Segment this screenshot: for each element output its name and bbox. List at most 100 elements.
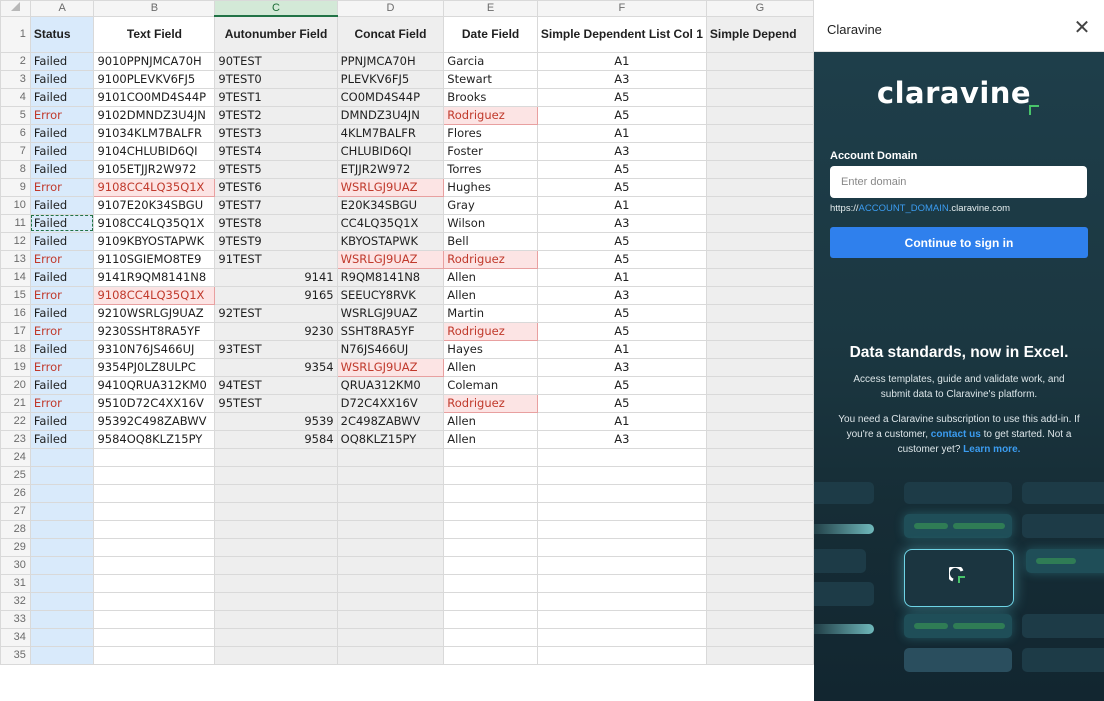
empty-cell[interactable] <box>336 645 445 665</box>
empty-cell[interactable] <box>93 591 216 611</box>
row-header[interactable]: 9 <box>0 177 31 197</box>
empty-cell[interactable] <box>705 465 814 485</box>
concat-cell[interactable]: QRUA312KM0 <box>336 375 445 395</box>
text-field-cell[interactable]: 9109KBYOSTAPWK <box>93 231 216 251</box>
column-header-b[interactable]: B <box>93 0 216 17</box>
concat-cell[interactable]: WSRLGJ9UAZ <box>336 357 445 377</box>
dependent-list-cell-2[interactable] <box>705 429 814 449</box>
empty-cell[interactable] <box>536 627 707 647</box>
dependent-list-cell[interactable]: A3 <box>536 429 707 449</box>
empty-cell[interactable] <box>93 501 216 521</box>
select-all-corner[interactable] <box>0 0 31 17</box>
dependent-list-cell-2[interactable] <box>705 321 814 341</box>
dependent-list-cell-2[interactable] <box>705 87 814 107</box>
empty-cell[interactable] <box>705 609 814 629</box>
header-cell[interactable]: Date Field <box>443 15 538 53</box>
row-header[interactable]: 5 <box>0 105 31 125</box>
dependent-list-cell-2[interactable] <box>705 249 814 269</box>
header-cell[interactable]: Autonumber Field <box>214 15 338 53</box>
text-field-cell[interactable]: 9210WSRLGJ9UAZ <box>93 303 216 323</box>
dependent-list-cell-2[interactable] <box>705 231 814 251</box>
empty-cell[interactable] <box>336 501 445 521</box>
empty-cell[interactable] <box>443 465 538 485</box>
empty-cell[interactable] <box>336 627 445 647</box>
dependent-list-cell[interactable]: A5 <box>536 87 707 107</box>
row-header[interactable]: 25 <box>0 465 31 485</box>
date-field-cell[interactable]: Rodriguez <box>443 321 538 341</box>
dependent-list-cell[interactable]: A3 <box>536 141 707 161</box>
empty-cell[interactable] <box>29 519 95 539</box>
text-field-cell[interactable]: 9310N76JS466UJ <box>93 339 216 359</box>
dependent-list-cell[interactable]: A3 <box>536 285 707 305</box>
row-header[interactable]: 27 <box>0 501 31 521</box>
dependent-list-cell-2[interactable] <box>705 285 814 305</box>
empty-cell[interactable] <box>214 627 338 647</box>
empty-cell[interactable] <box>93 609 216 629</box>
text-field-cell[interactable]: 9108CC4LQ35Q1X <box>93 285 216 305</box>
empty-cell[interactable] <box>29 627 95 647</box>
empty-cell[interactable] <box>443 447 538 467</box>
dependent-list-cell[interactable]: A3 <box>536 69 707 89</box>
dependent-list-cell-2[interactable] <box>705 123 814 143</box>
row-header[interactable]: 24 <box>0 447 31 467</box>
empty-cell[interactable] <box>93 645 216 665</box>
date-field-cell[interactable]: Stewart <box>443 69 538 89</box>
empty-cell[interactable] <box>705 501 814 521</box>
empty-cell[interactable] <box>29 591 95 611</box>
text-field-cell[interactable]: 9108CC4LQ35Q1X <box>93 213 216 233</box>
status-cell[interactable]: Failed <box>29 87 95 107</box>
row-header[interactable]: 7 <box>0 141 31 161</box>
autonumber-cell[interactable]: 9TEST8 <box>214 213 338 233</box>
empty-cell[interactable] <box>29 537 95 557</box>
dependent-list-cell[interactable]: A1 <box>536 51 707 71</box>
dependent-list-cell-2[interactable] <box>705 69 814 89</box>
row-header[interactable]: 22 <box>0 411 31 431</box>
empty-cell[interactable] <box>214 519 338 539</box>
dependent-list-cell-2[interactable] <box>705 393 814 413</box>
dependent-list-cell[interactable]: A1 <box>536 411 707 431</box>
empty-cell[interactable] <box>705 573 814 593</box>
row-header[interactable]: 30 <box>0 555 31 575</box>
status-cell[interactable]: Failed <box>29 339 95 359</box>
concat-cell[interactable]: E20K34SBGU <box>336 195 445 215</box>
concat-cell[interactable]: OQ8KLZ15PY <box>336 429 445 449</box>
text-field-cell[interactable]: 9102DMNDZ3U4JN <box>93 105 216 125</box>
status-cell[interactable]: Error <box>29 249 95 269</box>
dependent-list-cell-2[interactable] <box>705 303 814 323</box>
dependent-list-cell-2[interactable] <box>705 159 814 179</box>
empty-cell[interactable] <box>705 627 814 647</box>
empty-cell[interactable] <box>536 465 707 485</box>
row-header[interactable]: 20 <box>0 375 31 395</box>
date-field-cell[interactable]: Garcia <box>443 51 538 71</box>
empty-cell[interactable] <box>93 573 216 593</box>
continue-to-sign-in-button[interactable]: Continue to sign in <box>830 227 1088 258</box>
text-field-cell[interactable]: 91034KLM7BALFR <box>93 123 216 143</box>
text-field-cell[interactable]: 9510D72C4XX16V <box>93 393 216 413</box>
empty-cell[interactable] <box>536 447 707 467</box>
empty-cell[interactable] <box>93 519 216 539</box>
empty-cell[interactable] <box>93 483 216 503</box>
row-header[interactable]: 12 <box>0 231 31 251</box>
empty-cell[interactable] <box>214 555 338 575</box>
row-header[interactable]: 17 <box>0 321 31 341</box>
status-cell[interactable]: Failed <box>29 375 95 395</box>
date-field-cell[interactable]: Hayes <box>443 339 538 359</box>
text-field-cell[interactable]: 9410QRUA312KM0 <box>93 375 216 395</box>
autonumber-cell[interactable]: 9TEST5 <box>214 159 338 179</box>
date-field-cell[interactable]: Gray <box>443 195 538 215</box>
text-field-cell[interactable]: 9110SGIEMO8TE9 <box>93 249 216 269</box>
empty-cell[interactable] <box>705 591 814 611</box>
empty-cell[interactable] <box>214 483 338 503</box>
autonumber-cell[interactable]: 9TEST2 <box>214 105 338 125</box>
domain-input[interactable] <box>830 166 1087 198</box>
row-header[interactable]: 19 <box>0 357 31 377</box>
row-header[interactable]: 8 <box>0 159 31 179</box>
empty-cell[interactable] <box>443 483 538 503</box>
empty-cell[interactable] <box>705 537 814 557</box>
concat-cell[interactable]: 2C498ZABWV <box>336 411 445 431</box>
empty-cell[interactable] <box>705 645 814 665</box>
date-field-cell[interactable]: Wilson <box>443 213 538 233</box>
row-header[interactable]: 4 <box>0 87 31 107</box>
empty-cell[interactable] <box>536 645 707 665</box>
autonumber-cell[interactable]: 95TEST <box>214 393 338 413</box>
